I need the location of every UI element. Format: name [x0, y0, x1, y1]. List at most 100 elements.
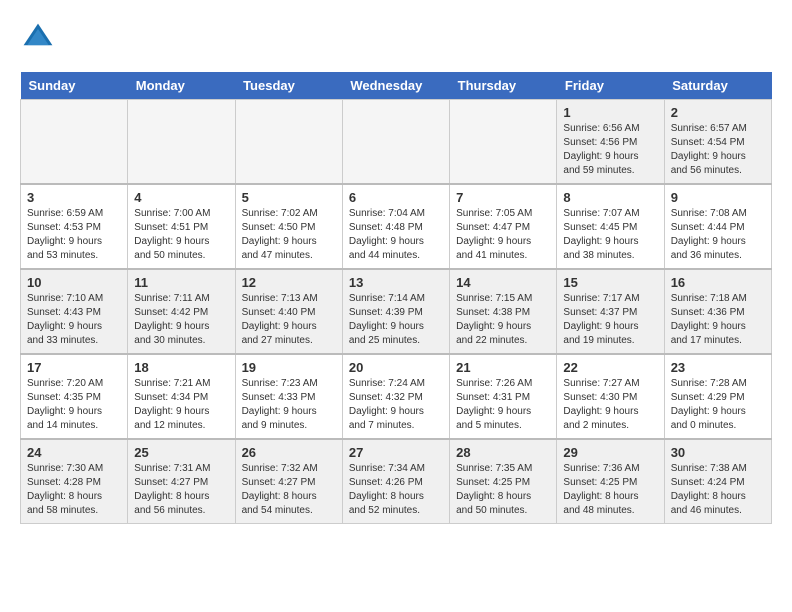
day-info: Sunrise: 7:35 AM Sunset: 4:25 PM Dayligh…	[456, 462, 550, 518]
calendar-cell: 7 Sunrise: 7:05 AM Sunset: 4:47 PM Daylig…	[450, 184, 557, 269]
day-info: Sunrise: 7:18 AM Sunset: 4:36 PM Dayligh…	[671, 292, 765, 348]
day-number: 30	[671, 445, 765, 460]
day-info: Sunrise: 7:15 AM Sunset: 4:38 PM Dayligh…	[456, 292, 550, 348]
calendar-cell: 30 Sunrise: 7:38 AM Sunset: 4:24 PM Dayli…	[664, 439, 771, 524]
calendar-cell	[128, 100, 235, 185]
header-thursday: Thursday	[450, 72, 557, 100]
week-row-5: 24 Sunrise: 7:30 AM Sunset: 4:28 PM Dayli…	[21, 439, 772, 524]
day-info: Sunrise: 7:34 AM Sunset: 4:26 PM Dayligh…	[349, 462, 443, 518]
calendar-cell: 22 Sunrise: 7:27 AM Sunset: 4:30 PM Dayli…	[557, 354, 664, 439]
calendar-cell	[21, 100, 128, 185]
header-tuesday: Tuesday	[235, 72, 342, 100]
header-wednesday: Wednesday	[342, 72, 449, 100]
header-sunday: Sunday	[21, 72, 128, 100]
calendar-cell: 18 Sunrise: 7:21 AM Sunset: 4:34 PM Dayli…	[128, 354, 235, 439]
day-info: Sunrise: 7:21 AM Sunset: 4:34 PM Dayligh…	[134, 377, 228, 433]
day-info: Sunrise: 6:57 AM Sunset: 4:54 PM Dayligh…	[671, 122, 765, 178]
week-row-2: 3 Sunrise: 6:59 AM Sunset: 4:53 PM Daylig…	[21, 184, 772, 269]
day-info: Sunrise: 7:08 AM Sunset: 4:44 PM Dayligh…	[671, 207, 765, 263]
day-info: Sunrise: 6:56 AM Sunset: 4:56 PM Dayligh…	[563, 122, 657, 178]
day-number: 9	[671, 190, 765, 205]
calendar-cell: 10Sunrise: 7:10 AM Sunset: 4:43 PM Dayli…	[21, 269, 128, 354]
calendar-cell: 13Sunrise: 7:14 AM Sunset: 4:39 PM Dayli…	[342, 269, 449, 354]
day-number: 5	[242, 190, 336, 205]
day-info: Sunrise: 7:26 AM Sunset: 4:31 PM Dayligh…	[456, 377, 550, 433]
calendar-cell: 29 Sunrise: 7:36 AM Sunset: 4:25 PM Dayli…	[557, 439, 664, 524]
calendar-cell: 16 Sunrise: 7:18 AM Sunset: 4:36 PM Dayli…	[664, 269, 771, 354]
day-info: Sunrise: 7:32 AM Sunset: 4:27 PM Dayligh…	[242, 462, 336, 518]
day-number: 21	[456, 360, 550, 375]
calendar-cell: 11 Sunrise: 7:11 AM Sunset: 4:42 PM Dayli…	[128, 269, 235, 354]
day-number: 19	[242, 360, 336, 375]
calendar-cell: 15 Sunrise: 7:17 AM Sunset: 4:37 PM Dayli…	[557, 269, 664, 354]
day-info: Sunrise: 7:17 AM Sunset: 4:37 PM Dayligh…	[563, 292, 657, 348]
week-row-4: 17 Sunrise: 7:20 AM Sunset: 4:35 PM Dayli…	[21, 354, 772, 439]
calendar-cell: 12 Sunrise: 7:13 AM Sunset: 4:40 PM Dayli…	[235, 269, 342, 354]
day-info: Sunrise: 7:00 AM Sunset: 4:51 PM Dayligh…	[134, 207, 228, 263]
day-number: 14	[456, 275, 550, 290]
calendar-cell	[342, 100, 449, 185]
header-saturday: Saturday	[664, 72, 771, 100]
day-number: 29	[563, 445, 657, 460]
day-number: 18	[134, 360, 228, 375]
calendar-cell	[235, 100, 342, 185]
day-number: 23	[671, 360, 765, 375]
day-number: 7	[456, 190, 550, 205]
calendar-cell: 24 Sunrise: 7:30 AM Sunset: 4:28 PM Dayli…	[21, 439, 128, 524]
day-number: 6	[349, 190, 443, 205]
day-info: Sunrise: 7:31 AM Sunset: 4:27 PM Dayligh…	[134, 462, 228, 518]
day-info: Sunrise: 7:07 AM Sunset: 4:45 PM Dayligh…	[563, 207, 657, 263]
day-info: Sunrise: 7:28 AM Sunset: 4:29 PM Dayligh…	[671, 377, 765, 433]
day-info: Sunrise: 7:23 AM Sunset: 4:33 PM Dayligh…	[242, 377, 336, 433]
calendar-cell: 5Sunrise: 7:02 AM Sunset: 4:50 PM Daylig…	[235, 184, 342, 269]
calendar-cell: 19 Sunrise: 7:23 AM Sunset: 4:33 PM Dayli…	[235, 354, 342, 439]
calendar-cell: 23 Sunrise: 7:28 AM Sunset: 4:29 PM Dayli…	[664, 354, 771, 439]
day-number: 22	[563, 360, 657, 375]
day-info: Sunrise: 7:05 AM Sunset: 4:47 PM Dayligh…	[456, 207, 550, 263]
logo-icon	[20, 20, 56, 56]
day-number: 13	[349, 275, 443, 290]
day-number: 8	[563, 190, 657, 205]
day-number: 11	[134, 275, 228, 290]
calendar-cell: 21 Sunrise: 7:26 AM Sunset: 4:31 PM Dayli…	[450, 354, 557, 439]
day-number: 10	[27, 275, 121, 290]
day-info: Sunrise: 7:36 AM Sunset: 4:25 PM Dayligh…	[563, 462, 657, 518]
calendar-table: SundayMondayTuesdayWednesdayThursdayFrid…	[20, 72, 772, 524]
day-info: Sunrise: 7:13 AM Sunset: 4:40 PM Dayligh…	[242, 292, 336, 348]
day-number: 3	[27, 190, 121, 205]
day-number: 12	[242, 275, 336, 290]
calendar-cell: 14 Sunrise: 7:15 AM Sunset: 4:38 PM Dayli…	[450, 269, 557, 354]
calendar-cell: 20 Sunrise: 7:24 AM Sunset: 4:32 PM Dayli…	[342, 354, 449, 439]
calendar-cell: 8 Sunrise: 7:07 AM Sunset: 4:45 PM Daylig…	[557, 184, 664, 269]
day-number: 24	[27, 445, 121, 460]
day-number: 4	[134, 190, 228, 205]
calendar-cell: 3 Sunrise: 6:59 AM Sunset: 4:53 PM Daylig…	[21, 184, 128, 269]
calendar-body: 1 Sunrise: 6:56 AM Sunset: 4:56 PM Daylig…	[21, 100, 772, 524]
day-number: 2	[671, 105, 765, 120]
day-info: Sunrise: 7:38 AM Sunset: 4:24 PM Dayligh…	[671, 462, 765, 518]
day-info: Sunrise: 7:24 AM Sunset: 4:32 PM Dayligh…	[349, 377, 443, 433]
day-number: 26	[242, 445, 336, 460]
calendar-header: SundayMondayTuesdayWednesdayThursdayFrid…	[21, 72, 772, 100]
header-friday: Friday	[557, 72, 664, 100]
calendar-cell: 9 Sunrise: 7:08 AM Sunset: 4:44 PM Daylig…	[664, 184, 771, 269]
calendar-cell: 17 Sunrise: 7:20 AM Sunset: 4:35 PM Dayli…	[21, 354, 128, 439]
week-row-1: 1 Sunrise: 6:56 AM Sunset: 4:56 PM Daylig…	[21, 100, 772, 185]
day-number: 15	[563, 275, 657, 290]
calendar-cell: 26 Sunrise: 7:32 AM Sunset: 4:27 PM Dayli…	[235, 439, 342, 524]
day-info: Sunrise: 7:30 AM Sunset: 4:28 PM Dayligh…	[27, 462, 121, 518]
calendar-cell: 27Sunrise: 7:34 AM Sunset: 4:26 PM Dayli…	[342, 439, 449, 524]
day-number: 1	[563, 105, 657, 120]
day-info: Sunrise: 6:59 AM Sunset: 4:53 PM Dayligh…	[27, 207, 121, 263]
day-number: 16	[671, 275, 765, 290]
day-number: 25	[134, 445, 228, 460]
day-number: 17	[27, 360, 121, 375]
day-number: 20	[349, 360, 443, 375]
calendar-cell: 6Sunrise: 7:04 AM Sunset: 4:48 PM Daylig…	[342, 184, 449, 269]
calendar-cell: 28Sunrise: 7:35 AM Sunset: 4:25 PM Dayli…	[450, 439, 557, 524]
day-info: Sunrise: 7:20 AM Sunset: 4:35 PM Dayligh…	[27, 377, 121, 433]
day-info: Sunrise: 7:27 AM Sunset: 4:30 PM Dayligh…	[563, 377, 657, 433]
calendar-cell: 4 Sunrise: 7:00 AM Sunset: 4:51 PM Daylig…	[128, 184, 235, 269]
day-info: Sunrise: 7:11 AM Sunset: 4:42 PM Dayligh…	[134, 292, 228, 348]
calendar-cell: 1 Sunrise: 6:56 AM Sunset: 4:56 PM Daylig…	[557, 100, 664, 185]
